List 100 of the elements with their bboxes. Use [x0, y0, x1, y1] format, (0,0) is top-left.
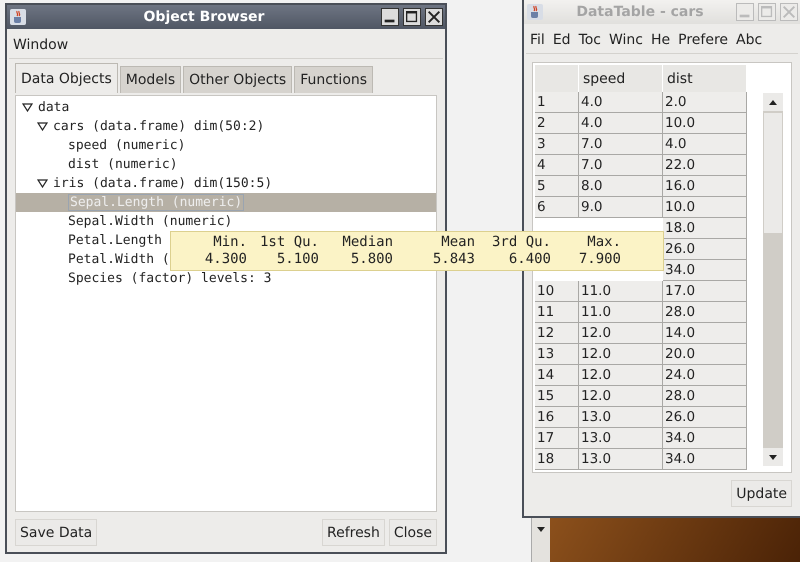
- table-cell: 4.0: [663, 134, 747, 156]
- table-cell: 11.0: [579, 281, 663, 302]
- tooltip-value: 5.100: [276, 251, 319, 268]
- tree-label: data: [38, 100, 70, 115]
- tooltip-header: Min.: [212, 234, 247, 251]
- menu-item[interactable]: Toc: [574, 32, 605, 48]
- expand-triangle-icon[interactable]: [37, 178, 48, 189]
- window-title: DataTable - cars: [575, 4, 705, 20]
- maximize-button[interactable]: [403, 8, 421, 26]
- table-cell: 12.0: [579, 386, 663, 407]
- tree-label: Species (factor) levels: 3: [68, 271, 272, 286]
- table-cell: 4.0: [579, 113, 663, 134]
- tooltip-value: 7.900: [578, 251, 621, 268]
- row-number: 15: [535, 386, 579, 407]
- table-cell: 12.0: [579, 323, 663, 344]
- tab[interactable]: Models: [120, 66, 182, 93]
- scrollbar[interactable]: [531, 517, 550, 562]
- menu-item[interactable]: Ed: [548, 32, 575, 48]
- row-number: 6: [535, 197, 579, 218]
- tree-label: iris (data.frame) dim(150:5): [53, 176, 272, 191]
- tree-label: dist (numeric): [68, 157, 178, 172]
- table-cell: 14.0: [663, 323, 747, 344]
- coffee-cup-icon: [526, 3, 544, 21]
- row-number: 5: [535, 176, 579, 198]
- table-cell: 7.0: [579, 134, 663, 156]
- up-arrow-icon[interactable]: [769, 100, 777, 104]
- row-number: 12: [535, 323, 579, 344]
- tree-label: Sepal.Width (numeric): [68, 214, 232, 229]
- row-number: 13: [535, 344, 579, 366]
- coffee-cup-icon: [9, 8, 27, 26]
- tooltip-header: Max.: [586, 234, 621, 251]
- table-cell: 4.0: [579, 92, 663, 114]
- table-cell: 13.0: [579, 448, 663, 470]
- table-cell: 13.0: [579, 406, 663, 428]
- table-cell: 13.0: [579, 428, 663, 449]
- tooltip-header: Mean: [440, 234, 475, 251]
- table-cell: 20.0: [663, 344, 747, 366]
- table-cell: 28.0: [663, 386, 747, 407]
- expand-triangle-icon[interactable]: [22, 102, 33, 113]
- row-number: 14: [535, 365, 579, 386]
- menu-item[interactable]: Fil: [526, 32, 549, 48]
- tooltip-header: Median: [341, 234, 393, 251]
- row-number: 2: [535, 113, 579, 134]
- tree-row[interactable]: Sepal.Width (numeric): [16, 212, 436, 231]
- tree-row[interactable]: Species (factor) levels: 3: [16, 269, 436, 288]
- tree-row[interactable]: iris (data.frame) dim(150:5): [16, 174, 436, 193]
- table-cell: 34.0: [663, 260, 747, 282]
- row-number: 3: [535, 134, 579, 156]
- tree-row[interactable]: data: [16, 98, 436, 117]
- tooltip-header: 3rd Qu.: [490, 234, 551, 251]
- table-cell: 17.0: [663, 281, 747, 302]
- tab[interactable]: Other Objects: [183, 66, 292, 93]
- update-button[interactable]: Update: [731, 480, 792, 507]
- expand-triangle-icon[interactable]: [37, 121, 48, 132]
- menu-item[interactable]: Abc: [732, 32, 766, 48]
- menu-item[interactable]: Window: [9, 37, 72, 53]
- tree-row[interactable]: dist (numeric): [16, 155, 436, 174]
- table-cell: 9.0: [579, 197, 663, 218]
- tree-label: cars (data.frame) dim(50:2): [53, 119, 264, 134]
- row-number: 16: [535, 406, 579, 428]
- tree-label: Sepal.Length (numeric): [68, 194, 244, 211]
- dialog-button[interactable]: Close: [388, 519, 437, 546]
- tab[interactable]: Functions: [294, 66, 374, 93]
- table-cell: 24.0: [663, 365, 747, 386]
- table-cell: 12.0: [579, 365, 663, 386]
- row-number: 4: [535, 155, 579, 176]
- row-number: 10: [535, 281, 579, 302]
- table-cell: 12.0: [579, 344, 663, 366]
- menu-item[interactable]: Prefere: [674, 32, 732, 48]
- window-title: Object Browser: [142, 9, 266, 25]
- minimize-button[interactable]: [381, 8, 399, 26]
- column-header[interactable]: dist: [663, 65, 747, 92]
- tooltip-value: 6.400: [508, 251, 551, 268]
- table-cell: 26.0: [663, 406, 747, 428]
- dialog-button[interactable]: Refresh: [322, 519, 385, 546]
- tree-row[interactable]: cars (data.frame) dim(50:2): [16, 117, 436, 136]
- scrollbar[interactable]: [763, 93, 783, 466]
- table-cell: 10.0: [663, 197, 747, 218]
- table-cell: 22.0: [663, 155, 747, 176]
- tree-row[interactable]: speed (numeric): [16, 136, 436, 155]
- table-cell: 7.0: [579, 155, 663, 176]
- row-number: 17: [535, 428, 579, 449]
- table-cell: 16.0: [663, 176, 747, 198]
- close-button[interactable]: [425, 8, 443, 26]
- column-header[interactable]: speed: [579, 65, 663, 92]
- tooltip-value: 4.300: [204, 251, 247, 268]
- tree-label: speed (numeric): [68, 138, 186, 153]
- table-cell: 2.0: [663, 92, 747, 114]
- table-cell: 34.0: [663, 428, 747, 449]
- tooltip-value: 5.843: [432, 251, 475, 268]
- save-button[interactable]: Save Data: [15, 519, 98, 546]
- table-cell: 34.0: [663, 448, 747, 470]
- menu-item[interactable]: Winc: [605, 32, 647, 48]
- table-cell: 18.0: [663, 218, 747, 240]
- down-arrow-icon[interactable]: [769, 454, 777, 460]
- menu-item[interactable]: He: [647, 32, 674, 48]
- table-cell: 28.0: [663, 302, 747, 324]
- down-arrow-icon[interactable]: [537, 527, 545, 532]
- tab[interactable]: Data Objects: [15, 63, 118, 93]
- row-number: 11: [535, 302, 579, 324]
